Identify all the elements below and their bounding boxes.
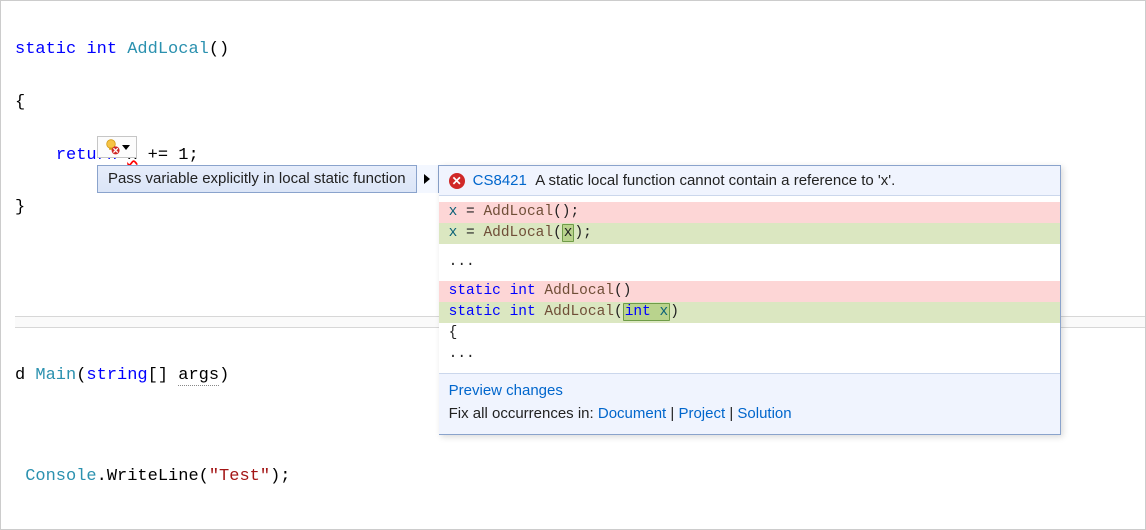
chevron-right-icon <box>424 174 430 184</box>
diff-removed-line: static int AddLocal() <box>439 281 1060 302</box>
fix-scope-project[interactable]: Project <box>678 405 725 422</box>
diff-removed-line: x = AddLocal(); <box>439 202 1060 223</box>
error-icon: ✕ <box>449 173 465 189</box>
diff-context: ... <box>439 344 1060 365</box>
diff-added-line: x = AddLocal(x); <box>439 223 1060 244</box>
quick-fix-menu-item[interactable]: Pass variable explicitly in local static… <box>98 165 416 193</box>
preview-changes-link[interactable]: Preview changes <box>449 382 563 399</box>
flyout-footer: Preview changes Fix all occurrences in: … <box>439 373 1060 434</box>
code-line: Console.WriteLine("Test"); <box>15 464 1145 490</box>
quick-actions-button[interactable] <box>97 136 137 158</box>
diff-context: { <box>439 323 1060 344</box>
expand-submenu-button[interactable] <box>416 165 438 193</box>
diff-added-line: static int AddLocal(int x) <box>439 302 1060 323</box>
error-code-link[interactable]: CS8421 <box>473 172 527 189</box>
diff-context: ... <box>439 252 1060 273</box>
lightbulb-error-icon <box>104 139 120 155</box>
error-message: A static local function cannot contain a… <box>535 172 895 189</box>
fix-scope-solution[interactable]: Solution <box>737 405 791 422</box>
code-line: static int AddLocal() <box>15 37 1145 63</box>
quick-fix-menu: Pass variable explicitly in local static… <box>97 165 439 193</box>
error-header: ✕ CS8421 A static local function cannot … <box>439 166 1060 196</box>
code-line: { <box>15 90 1145 116</box>
chevron-down-icon <box>122 145 130 150</box>
diff-preview: x = AddLocal(); x = AddLocal(x); ... sta… <box>439 196 1060 373</box>
fix-scope-document[interactable]: Document <box>598 405 666 422</box>
fix-all-label: Fix all occurrences in: <box>449 405 598 422</box>
fix-preview-flyout: ✕ CS8421 A static local function cannot … <box>439 165 1061 435</box>
